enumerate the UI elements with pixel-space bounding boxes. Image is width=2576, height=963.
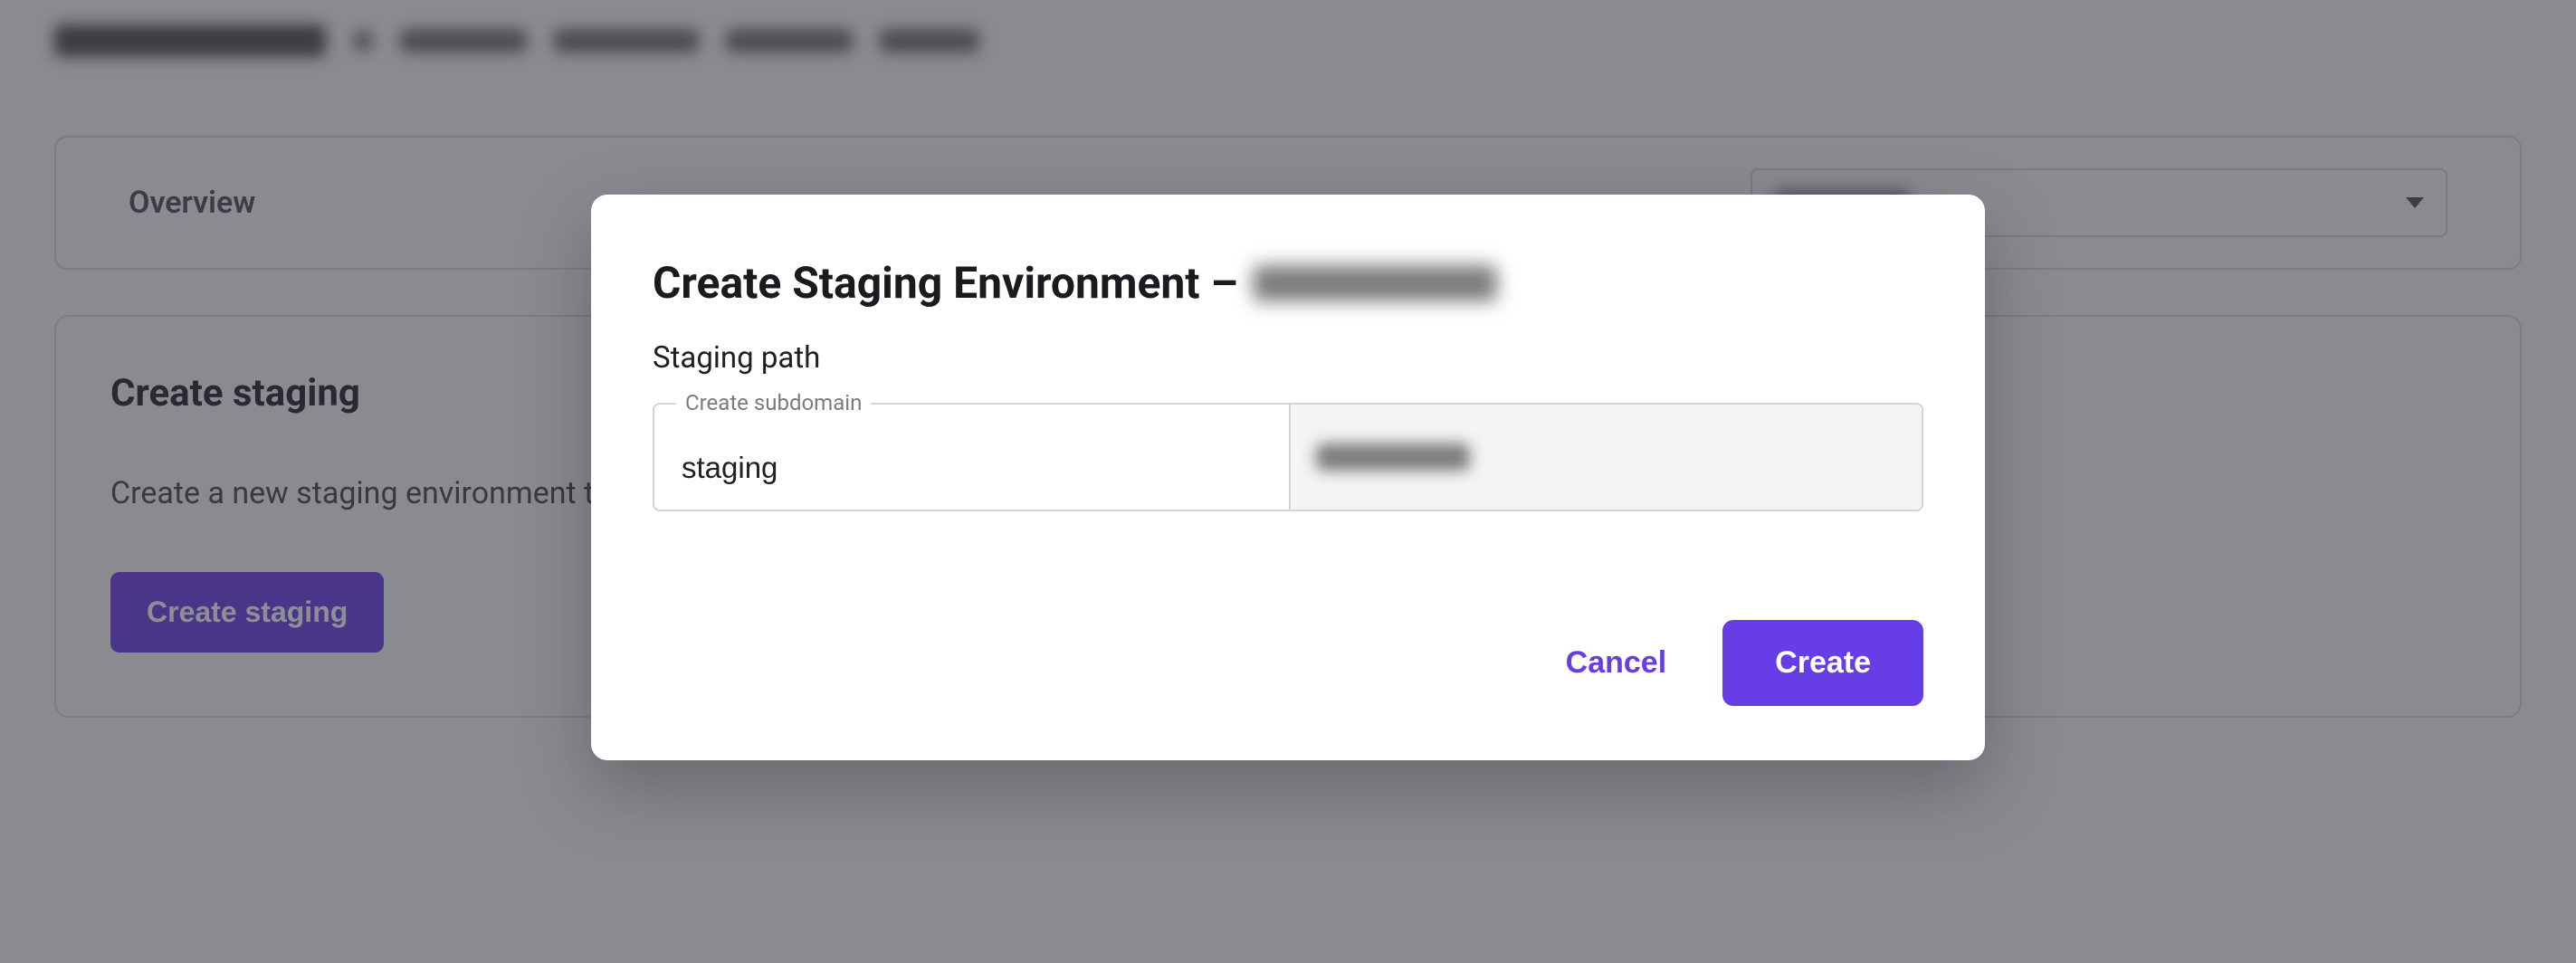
cancel-button[interactable]: Cancel (1557, 627, 1676, 699)
domain-suffix-readonly (1289, 405, 1922, 510)
subdomain-input[interactable] (654, 405, 1289, 510)
modal-title-site-redacted (1253, 265, 1497, 301)
staging-path-label: Staging path (653, 340, 1923, 376)
modal-title: Create Staging Environment – (653, 258, 1923, 308)
modal-actions: Cancel Create (653, 620, 1923, 706)
subdomain-legend: Create subdomain (676, 390, 871, 415)
domain-suffix-redacted (1316, 443, 1470, 471)
create-staging-modal: Create Staging Environment – Staging pat… (591, 195, 1985, 760)
modal-title-text: Create Staging Environment – (653, 258, 1238, 308)
modal-overlay[interactable]: Create Staging Environment – Staging pat… (0, 0, 2576, 963)
create-button[interactable]: Create (1722, 620, 1923, 706)
subdomain-field-group: Create subdomain (653, 403, 1923, 511)
